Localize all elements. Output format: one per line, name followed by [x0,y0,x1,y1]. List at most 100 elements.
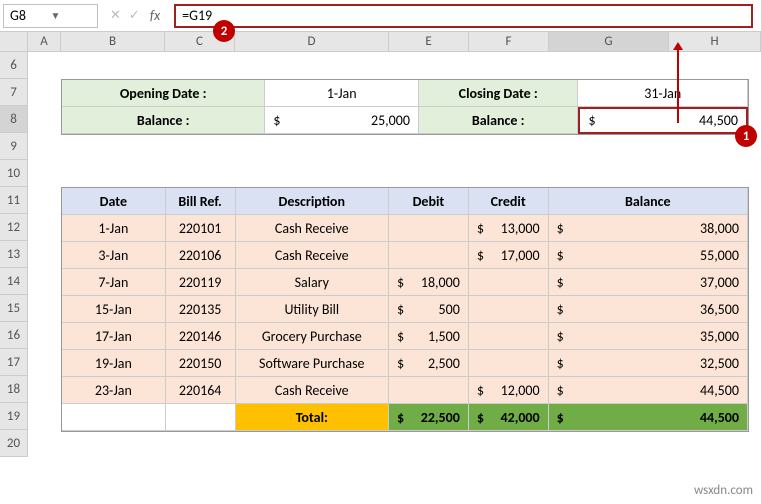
table-cell[interactable]: 7-Jan [62,269,166,296]
opening-date-label[interactable]: Opening Date : [62,80,265,107]
closing-date-label[interactable]: Closing Date : [419,80,579,107]
table-cell[interactable] [469,323,549,350]
total-credit[interactable]: $42,000 [469,404,549,431]
table-cell[interactable]: 3-Jan [62,242,166,269]
col-credit[interactable]: Credit [469,188,549,215]
table-cell[interactable]: 17-Jan [62,323,166,350]
table-cell[interactable] [469,296,549,323]
table-cell[interactable]: $55,000 [549,242,748,269]
table-cell[interactable]: 19-Jan [62,350,166,377]
table-cell[interactable] [469,350,549,377]
summary-box: Opening Date : 1-Jan Closing Date : 31-J… [61,79,749,135]
chevron-down-icon[interactable]: ▼ [51,9,92,22]
table-cell[interactable]: Grocery Purchase [236,323,390,350]
table-cell[interactable]: $37,000 [549,269,748,296]
table-cell[interactable]: $18,000 [389,269,469,296]
table-cell[interactable]: 15-Jan [62,296,166,323]
table-cell[interactable]: Cash Receive [236,242,390,269]
table-cell[interactable]: $2,500 [389,350,469,377]
opening-balance-value[interactable]: $ 25,000 [265,107,419,134]
col-header-B[interactable]: B [61,32,165,52]
col-balance[interactable]: Balance [549,188,748,215]
table-cell[interactable]: Cash Receive [236,377,390,404]
col-debit[interactable]: Debit [389,188,469,215]
name-box-value: G8 [10,7,51,24]
row-header-9[interactable]: 9 [0,133,28,160]
transactions-table: Date Bill Ref. Description Debit Credit … [61,187,749,432]
table-cell[interactable]: $13,000 [469,215,549,242]
row-header-6[interactable]: 6 [0,52,28,79]
select-all[interactable] [0,32,28,52]
row-header-17[interactable]: 17 [0,349,28,376]
table-cell[interactable]: $35,000 [549,323,748,350]
row-header-16[interactable]: 16 [0,322,28,349]
cells-area[interactable]: Opening Date : 1-Jan Closing Date : 31-J… [28,52,761,457]
table-cell[interactable]: Cash Receive [236,215,390,242]
row-header-14[interactable]: 14 [0,268,28,295]
currency-symbol: $ [588,112,595,129]
row-header-20[interactable]: 20 [0,430,28,457]
table-cell[interactable]: 220135 [166,296,236,323]
row-header-15[interactable]: 15 [0,295,28,322]
col-header-E[interactable]: E [389,32,469,52]
table-cell[interactable]: 220150 [166,350,236,377]
row-header-12[interactable]: 12 [0,214,28,241]
table-cell[interactable]: $500 [389,296,469,323]
table-cell[interactable]: 220119 [166,269,236,296]
table-cell[interactable] [389,377,469,404]
col-bill[interactable]: Bill Ref. [166,188,236,215]
table-cell[interactable]: $1,500 [389,323,469,350]
table-cell[interactable]: $38,000 [549,215,748,242]
table-cell[interactable]: $12,000 [469,377,549,404]
table-cell[interactable]: 23-Jan [62,377,166,404]
table-cell[interactable]: Software Purchase [236,350,390,377]
table-cell[interactable] [389,215,469,242]
row-header-18[interactable]: 18 [0,376,28,403]
table-cell[interactable]: $36,500 [549,296,748,323]
col-header-A[interactable]: A [28,32,61,52]
col-header-D[interactable]: D [235,32,389,52]
col-date[interactable]: Date [62,188,166,215]
total-label[interactable]: Total: [236,404,390,431]
row-header-10[interactable]: 10 [0,160,28,187]
formula-input[interactable]: =G19 [182,7,745,24]
table-row: 3-Jan220106Cash Receive $17,000$55,000 [62,242,748,269]
table-cell[interactable]: $44,500 [549,377,748,404]
enter-icon[interactable]: ✓ [129,8,140,23]
table-cell[interactable]: $17,000 [469,242,549,269]
opening-balance-label[interactable]: Balance : [62,107,265,134]
table-cell[interactable]: $32,500 [549,350,748,377]
closing-date-value[interactable]: 31-Jan [578,80,748,107]
total-debit[interactable]: $22,500 [389,404,469,431]
col-header-G[interactable]: G [549,32,669,52]
closing-balance-value[interactable]: $ 44,500 [578,107,748,134]
closing-balance-label[interactable]: Balance : [419,107,579,134]
cancel-icon[interactable]: ✕ [110,8,121,23]
callout-1: 1 [735,125,757,147]
row-header-7[interactable]: 7 [0,79,28,106]
opening-date-value[interactable]: 1-Jan [265,80,419,107]
total-spacer[interactable] [166,404,236,431]
col-desc[interactable]: Description [236,188,390,215]
watermark: wsxdn.com [694,483,753,498]
fx-icon[interactable]: fx [148,7,164,24]
table-cell[interactable] [469,269,549,296]
row-header-13[interactable]: 13 [0,241,28,268]
table-cell[interactable]: 220164 [166,377,236,404]
table-cell[interactable]: 220101 [166,215,236,242]
table-cell[interactable]: Salary [236,269,390,296]
table-cell[interactable]: Utility Bill [236,296,390,323]
table-row: 15-Jan220135Utility Bill$500 $36,500 [62,296,748,323]
row-header-8[interactable]: 8 [0,106,28,133]
name-box[interactable]: G8 ▼ [3,4,98,28]
row-header-19[interactable]: 19 [0,403,28,430]
table-cell[interactable]: 220106 [166,242,236,269]
table-cell[interactable]: 1-Jan [62,215,166,242]
table-cell[interactable]: 220146 [166,323,236,350]
col-header-F[interactable]: F [469,32,549,52]
total-balance[interactable]: $44,500 [549,404,748,431]
total-spacer[interactable] [62,404,166,431]
formula-icons: ✕ ✓ fx [100,7,174,24]
table-cell[interactable] [389,242,469,269]
row-header-11[interactable]: 11 [0,187,28,214]
